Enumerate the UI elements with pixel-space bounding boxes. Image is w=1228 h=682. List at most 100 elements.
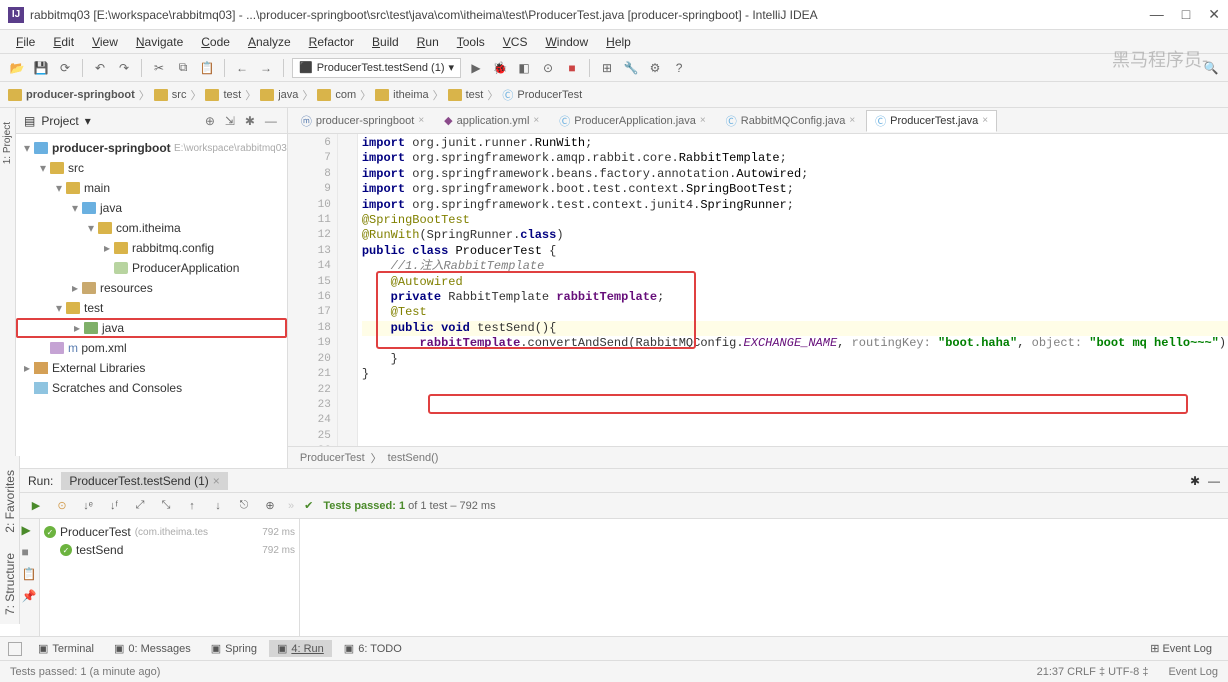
redo-icon[interactable]: ↷: [115, 59, 133, 77]
tree-root[interactable]: ▾producer-springboot E:\workspace\rabbit…: [16, 138, 287, 158]
tree-resources[interactable]: ▸resources: [16, 278, 287, 298]
bottom-tab-run[interactable]: ▣4: Run: [269, 640, 332, 657]
bottom-tab-messages[interactable]: ▣0: Messages: [106, 640, 199, 657]
editor-tab-ProducerTest.java[interactable]: ⒸProducerTest.java×: [866, 110, 997, 132]
test-child[interactable]: ✓ testSend 792 ms: [44, 541, 295, 559]
test-output[interactable]: [300, 519, 1228, 636]
tree-producerapp[interactable]: ProducerApplication: [16, 258, 287, 278]
crumb-itheima[interactable]: itheima〉: [375, 87, 443, 103]
target-icon[interactable]: ⊕: [205, 114, 219, 128]
gear-icon[interactable]: ✱: [245, 114, 259, 128]
search-icon[interactable]: 🔍: [1202, 59, 1220, 77]
debug-icon[interactable]: 🐞: [491, 59, 509, 77]
editor-breadcrumb-method[interactable]: testSend(): [388, 452, 439, 464]
save-icon[interactable]: 💾: [32, 59, 50, 77]
test-tree[interactable]: ✓ ProducerTest (com.itheima.tes 792 ms ✓…: [40, 519, 300, 636]
collapse-all-icon[interactable]: ⤡: [158, 498, 174, 514]
history-icon[interactable]: ⊕: [262, 498, 278, 514]
tree-test[interactable]: ▾test: [16, 298, 287, 318]
tab-favorites[interactable]: 2: Favorites: [1, 464, 19, 539]
menu-analyze[interactable]: Analyze: [240, 33, 299, 51]
crumb-producer-springboot[interactable]: producer-springboot〉: [8, 87, 150, 103]
crumb-com[interactable]: com〉: [317, 87, 371, 103]
wrench-icon[interactable]: 🔧: [622, 59, 640, 77]
editor-tab-application.yml[interactable]: ◆application.yml×: [435, 110, 548, 132]
crumb-test[interactable]: test〉: [205, 87, 256, 103]
export-icon[interactable]: ⎋: [236, 498, 252, 514]
tree-ext-libs[interactable]: ▸External Libraries: [16, 358, 287, 378]
menu-edit[interactable]: Edit: [45, 33, 82, 51]
tree-pom[interactable]: m pom.xml: [16, 338, 287, 358]
prev-icon[interactable]: ↑: [184, 498, 200, 514]
expand-icon[interactable]: ⤢: [132, 498, 148, 514]
test-root[interactable]: ✓ ProducerTest (com.itheima.tes 792 ms: [44, 523, 295, 541]
toggle-auto-icon[interactable]: ⊙: [54, 498, 70, 514]
help-icon[interactable]: ?: [670, 59, 688, 77]
run-icon[interactable]: ▶: [467, 59, 485, 77]
editor-tab-ProducerApplication.java[interactable]: ⒸProducerApplication.java×: [550, 110, 715, 132]
crumb-test[interactable]: test〉: [448, 87, 499, 103]
editor-body[interactable]: 67891011121314151617181920212223242526 i…: [288, 134, 1228, 446]
rerun-button[interactable]: ▶: [22, 523, 38, 539]
tab-project[interactable]: 1: Project: [0, 116, 15, 170]
close-icon[interactable]: ✕: [1208, 6, 1220, 23]
filter-icon[interactable]: ↓ᶠ: [106, 498, 122, 514]
tree-test-java[interactable]: ▸java: [16, 318, 287, 338]
gear-icon[interactable]: ✱: [1190, 474, 1200, 488]
menu-navigate[interactable]: Navigate: [128, 33, 191, 51]
menu-vcs[interactable]: VCS: [495, 33, 536, 51]
coverage-icon[interactable]: ◧: [515, 59, 533, 77]
crumb-ProducerTest[interactable]: ⒸProducerTest: [502, 87, 582, 103]
menu-tools[interactable]: Tools: [449, 33, 493, 51]
crumb-src[interactable]: src〉: [154, 87, 202, 103]
code-area[interactable]: import org.junit.runner.RunWith;import o…: [358, 134, 1228, 446]
bottom-tab-spring[interactable]: ▣Spring: [203, 640, 265, 657]
stop-icon[interactable]: ■: [563, 59, 581, 77]
rerun-icon[interactable]: ▶: [28, 498, 44, 514]
tree-main-java[interactable]: ▾java: [16, 198, 287, 218]
crumb-java[interactable]: java〉: [260, 87, 313, 103]
collapse-icon[interactable]: ⇲: [225, 114, 239, 128]
cut-icon[interactable]: ✂: [150, 59, 168, 77]
menu-view[interactable]: View: [84, 33, 126, 51]
dump-icon[interactable]: 📋: [22, 567, 38, 583]
back-icon[interactable]: ←: [233, 59, 251, 77]
bottom-tab-todo[interactable]: ▣6: TODO: [336, 640, 410, 657]
forward-icon[interactable]: →: [257, 59, 275, 77]
close-icon[interactable]: ×: [213, 474, 220, 488]
next-icon[interactable]: ↓: [210, 498, 226, 514]
hide-icon[interactable]: —: [1208, 474, 1220, 488]
stop-button[interactable]: ■: [22, 545, 38, 561]
tree-src[interactable]: ▾src: [16, 158, 287, 178]
run-config-dropdown[interactable]: ⬛ ProducerTest.testSend (1) ▾: [292, 58, 461, 78]
editor-tab-producer-springboot[interactable]: ⓜproducer-springboot×: [292, 110, 433, 132]
tree-pkg[interactable]: ▾com.itheima: [16, 218, 287, 238]
tool-window-icon[interactable]: [8, 642, 22, 656]
tab-structure[interactable]: 7: Structure: [1, 547, 19, 621]
undo-icon[interactable]: ↶: [91, 59, 109, 77]
tree-main[interactable]: ▾main: [16, 178, 287, 198]
minimize-icon[interactable]: —: [1150, 6, 1164, 23]
menu-build[interactable]: Build: [364, 33, 407, 51]
menu-window[interactable]: Window: [537, 33, 596, 51]
sort-icon[interactable]: ↓ᵉ: [80, 498, 96, 514]
profile-icon[interactable]: ⊙: [539, 59, 557, 77]
structure-icon[interactable]: ⊞: [598, 59, 616, 77]
tree-scratches[interactable]: Scratches and Consoles: [16, 378, 287, 398]
paste-icon[interactable]: 📋: [198, 59, 216, 77]
settings-icon[interactable]: ⚙: [646, 59, 664, 77]
tree-rabbitcfg[interactable]: ▸rabbitmq.config: [16, 238, 287, 258]
menu-refactor[interactable]: Refactor: [301, 33, 362, 51]
editor-breadcrumb-class[interactable]: ProducerTest: [300, 452, 365, 464]
menu-help[interactable]: Help: [598, 33, 639, 51]
project-tree[interactable]: ▾producer-springboot E:\workspace\rabbit…: [16, 134, 287, 468]
editor-tab-RabbitMQConfig.java[interactable]: ⒸRabbitMQConfig.java×: [717, 110, 864, 132]
menu-run[interactable]: Run: [409, 33, 447, 51]
sync-icon[interactable]: ⟳: [56, 59, 74, 77]
chevron-down-icon[interactable]: ▾: [85, 114, 91, 128]
event-log-tab[interactable]: ⊞ Event Log: [1142, 640, 1220, 657]
maximize-icon[interactable]: □: [1182, 6, 1190, 23]
pin-icon[interactable]: 📌: [22, 589, 38, 605]
hide-icon[interactable]: —: [265, 114, 279, 128]
event-log-link[interactable]: Event Log: [1168, 666, 1218, 678]
